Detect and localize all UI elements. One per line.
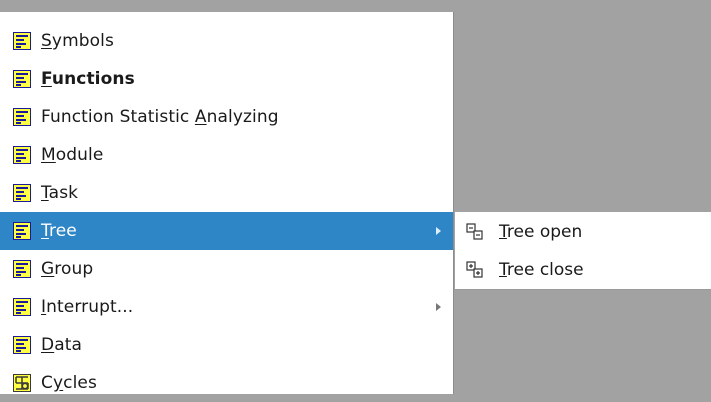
menu-item-cycles[interactable]: Cycles <box>0 364 453 402</box>
list-icon <box>13 222 31 240</box>
menu-item-group[interactable]: Group <box>0 250 453 288</box>
menu-item-tree[interactable]: Tree <box>0 212 453 250</box>
menu-item-label: Tree <box>41 221 77 241</box>
list-icon <box>13 70 31 88</box>
submenu-arrow-icon <box>436 227 441 235</box>
submenu-arrow-icon <box>436 303 441 311</box>
menu-item-function-statistic-analyzing[interactable]: Function Statistic Analyzing <box>0 98 453 136</box>
menu-item-label: Symbols <box>41 31 114 51</box>
submenu-item-label: Tree close <box>499 260 584 280</box>
menu-item-label: Cycles <box>41 373 97 393</box>
submenu-item-label: Tree open <box>499 222 583 242</box>
menu-item-task[interactable]: Task <box>0 174 453 212</box>
tree-close-icon <box>466 261 483 278</box>
menu-item-interrupt[interactable]: Interrupt... <box>0 288 453 326</box>
list-icon <box>13 260 31 278</box>
menu-item-symbols[interactable]: Symbols <box>0 22 453 60</box>
tree-submenu: Tree open Tree close <box>455 212 711 290</box>
menu-item-label: Group <box>41 259 94 279</box>
menu-item-label: Module <box>41 145 104 165</box>
cycles-icon <box>13 374 31 392</box>
menu-item-label: Task <box>41 183 79 203</box>
menu-item-label: Data <box>41 335 83 355</box>
menu-item-label: Interrupt... <box>41 297 134 317</box>
menu-item-data[interactable]: Data <box>0 326 453 364</box>
list-icon <box>13 108 31 126</box>
list-icon <box>13 32 31 50</box>
list-icon <box>13 298 31 316</box>
list-icon <box>13 336 31 354</box>
tree-open-icon <box>466 223 483 240</box>
context-menu: Symbols Functions Function Statistic Ana… <box>0 12 454 394</box>
background-strip <box>0 0 711 12</box>
list-icon <box>13 184 31 202</box>
submenu-item-tree-open[interactable]: Tree open <box>455 213 711 251</box>
list-icon <box>13 146 31 164</box>
menu-item-module[interactable]: Module <box>0 136 453 174</box>
menu-item-label: Function Statistic Analyzing <box>41 107 279 127</box>
menu-item-functions[interactable]: Functions <box>0 60 453 98</box>
submenu-item-tree-close[interactable]: Tree close <box>455 251 711 289</box>
menu-item-label: Functions <box>41 69 135 89</box>
